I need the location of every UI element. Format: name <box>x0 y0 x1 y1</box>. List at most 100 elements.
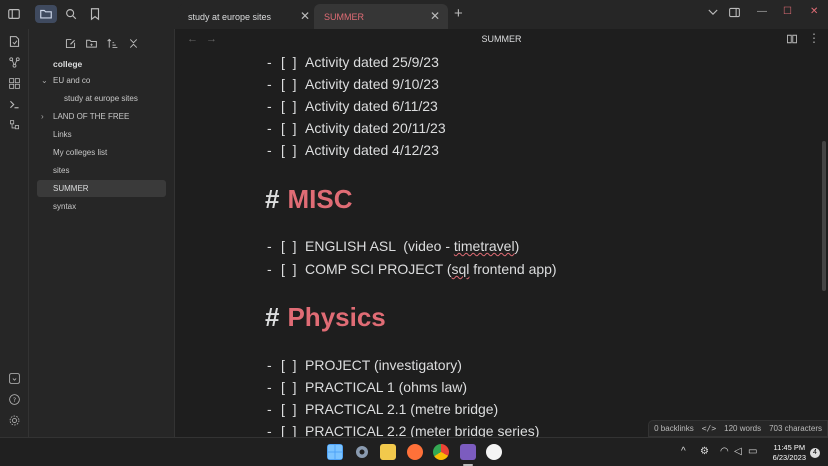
heading-text: MISC <box>287 184 353 214</box>
checkbox[interactable]: [ ] <box>281 379 305 395</box>
checkbox[interactable]: [ ] <box>281 120 305 136</box>
templates-icon[interactable] <box>7 118 22 133</box>
task-item[interactable]: -[ ] Activity dated 20/11/23 <box>267 120 446 136</box>
file-explorer-icon[interactable] <box>35 5 57 23</box>
checkbox[interactable]: [ ] <box>281 142 305 158</box>
list-dash: - <box>267 54 272 70</box>
checkbox[interactable]: [ ] <box>281 98 305 114</box>
folder-label: LAND OF THE FREE <box>53 112 130 121</box>
checkbox[interactable]: [ ] <box>281 238 305 254</box>
list-dash: - <box>267 423 272 437</box>
toggle-sidebar-icon[interactable] <box>4 5 24 23</box>
volume-icon[interactable]: ◁ <box>734 446 742 457</box>
chevron-up-icon[interactable]: ^ <box>681 446 686 457</box>
close-window-icon[interactable]: ✕ <box>810 6 818 17</box>
checkbox[interactable]: [ ] <box>281 76 305 92</box>
tab-label: SUMMER <box>324 11 364 22</box>
file-explorer-folder-icon[interactable] <box>380 444 396 460</box>
task-item[interactable]: -[ ] PROJECT (investigatory) <box>267 357 462 373</box>
vault-name[interactable]: college <box>53 59 82 69</box>
tab-list-chevron-icon[interactable] <box>708 8 718 19</box>
more-options-icon[interactable]: ⋮ <box>808 31 820 45</box>
file-sites[interactable]: sites <box>29 162 169 179</box>
battery-icon[interactable]: ▭ <box>748 446 757 457</box>
backlinks-count[interactable]: 0 backlinks <box>654 424 694 433</box>
task-text: Activity dated 6/11/23 <box>305 98 438 114</box>
slack-icon[interactable] <box>486 444 502 460</box>
checkbox[interactable]: [ ] <box>281 54 305 70</box>
settings-gear-icon[interactable] <box>354 444 370 460</box>
view-title[interactable]: SUMMER <box>175 34 828 44</box>
help-icon[interactable]: ? <box>7 392 22 407</box>
character-count: 703 characters <box>769 424 822 433</box>
task-item[interactable]: -[ ] Activity dated 6/11/23 <box>267 98 438 114</box>
close-tab-icon[interactable]: ✕ <box>430 9 440 23</box>
heading-misc[interactable]: # MISC <box>265 184 352 215</box>
file-label: sites <box>53 166 70 175</box>
task-item[interactable]: -[ ] Activity dated 9/10/23 <box>267 76 439 92</box>
code-icon[interactable]: </> <box>702 424 716 433</box>
file-label: SUMMER <box>53 184 89 193</box>
new-tab-icon[interactable]: + <box>454 5 463 22</box>
task-item[interactable]: -[ ] PRACTICAL 2.1 (metre bridge) <box>267 401 498 417</box>
notification-badge[interactable]: 4 <box>810 448 820 458</box>
misspelled-word[interactable]: sql <box>452 261 470 277</box>
search-icon[interactable] <box>61 5 81 23</box>
task-item[interactable]: -[ ] ENGLISH ASL (video - timetravel) <box>267 238 519 254</box>
heading-hash: # <box>265 184 280 214</box>
graph-view-icon[interactable] <box>7 55 22 70</box>
task-item[interactable]: -[ ] PRACTICAL 1 (ohms law) <box>267 379 467 395</box>
network-settings-icon[interactable]: ⚙ <box>700 446 709 457</box>
task-item[interactable]: -[ ] Activity dated 4/12/23 <box>267 142 439 158</box>
obsidian-icon[interactable] <box>460 444 476 460</box>
canvas-icon[interactable] <box>7 76 22 91</box>
file-syntax[interactable]: syntax <box>29 198 169 215</box>
clock[interactable]: 11:45 PM 6/23/2023 <box>773 443 806 463</box>
task-item[interactable]: -[ ] Activity dated 25/9/23 <box>267 54 439 70</box>
windows-start-icon[interactable] <box>327 444 343 460</box>
checkbox[interactable]: [ ] <box>281 423 305 437</box>
task-text: Activity dated 9/10/23 <box>305 76 439 92</box>
bookmark-icon[interactable] <box>85 5 105 23</box>
firefox-icon[interactable] <box>407 444 423 460</box>
file-my-colleges-list[interactable]: My colleges list <box>29 144 169 161</box>
new-note-icon[interactable] <box>62 35 78 51</box>
scrollbar[interactable] <box>822 141 826 291</box>
note-content[interactable]: -[ ] Activity dated 25/9/23 -[ ] Activity … <box>175 51 815 437</box>
sort-icon[interactable] <box>104 35 120 51</box>
tab-summer[interactable]: SUMMER ✕ <box>314 4 448 29</box>
task-item[interactable]: -[ ] PRACTICAL 2.2 (meter bridge series) <box>267 423 539 437</box>
command-palette-icon[interactable] <box>7 97 22 112</box>
checkbox[interactable]: [ ] <box>281 357 305 373</box>
chrome-icon[interactable] <box>433 444 449 460</box>
file-summer[interactable]: SUMMER <box>37 180 166 197</box>
file-study-at-europe-sites[interactable]: study at europe sites <box>29 90 169 107</box>
minimize-icon[interactable]: — <box>757 6 767 17</box>
status-bar: 0 backlinks </> 120 words 703 characters <box>648 420 828 437</box>
task-text: frontend app) <box>469 261 557 277</box>
collapse-all-icon[interactable] <box>125 35 141 51</box>
misspelled-word[interactable]: timetravel <box>454 238 515 254</box>
tab-study-at-europe-sites[interactable]: study at europe sites ✕ <box>178 4 318 29</box>
task-item[interactable]: -[ ] COMP SCI PROJECT (sql frontend app) <box>267 261 557 277</box>
heading-physics[interactable]: # Physics <box>265 302 386 333</box>
new-folder-icon[interactable] <box>83 35 99 51</box>
close-tab-icon[interactable]: ✕ <box>300 9 310 23</box>
task-text: PRACTICAL 2.1 (metre bridge) <box>305 401 499 417</box>
file-label: syntax <box>53 202 77 211</box>
open-vault-icon[interactable] <box>7 371 22 386</box>
checkbox[interactable]: [ ] <box>281 261 305 277</box>
settings-gear-icon[interactable] <box>7 413 22 428</box>
open-quick-switcher-icon[interactable] <box>7 34 22 49</box>
list-dash: - <box>267 379 272 395</box>
folder-land-of-the-free[interactable]: › LAND OF THE FREE <box>29 108 169 125</box>
word-count: 120 words <box>724 424 762 433</box>
file-links[interactable]: Links <box>29 126 169 143</box>
checkbox[interactable]: [ ] <box>281 401 305 417</box>
wifi-icon[interactable]: ◠ <box>720 446 729 457</box>
toggle-right-sidebar-icon[interactable] <box>728 6 741 22</box>
tab-label: study at europe sites <box>188 11 272 22</box>
maximize-icon[interactable]: ☐ <box>783 6 792 17</box>
folder-eu-and-co[interactable]: ⌄ EU and co <box>29 72 169 89</box>
reading-view-icon[interactable] <box>786 33 798 48</box>
